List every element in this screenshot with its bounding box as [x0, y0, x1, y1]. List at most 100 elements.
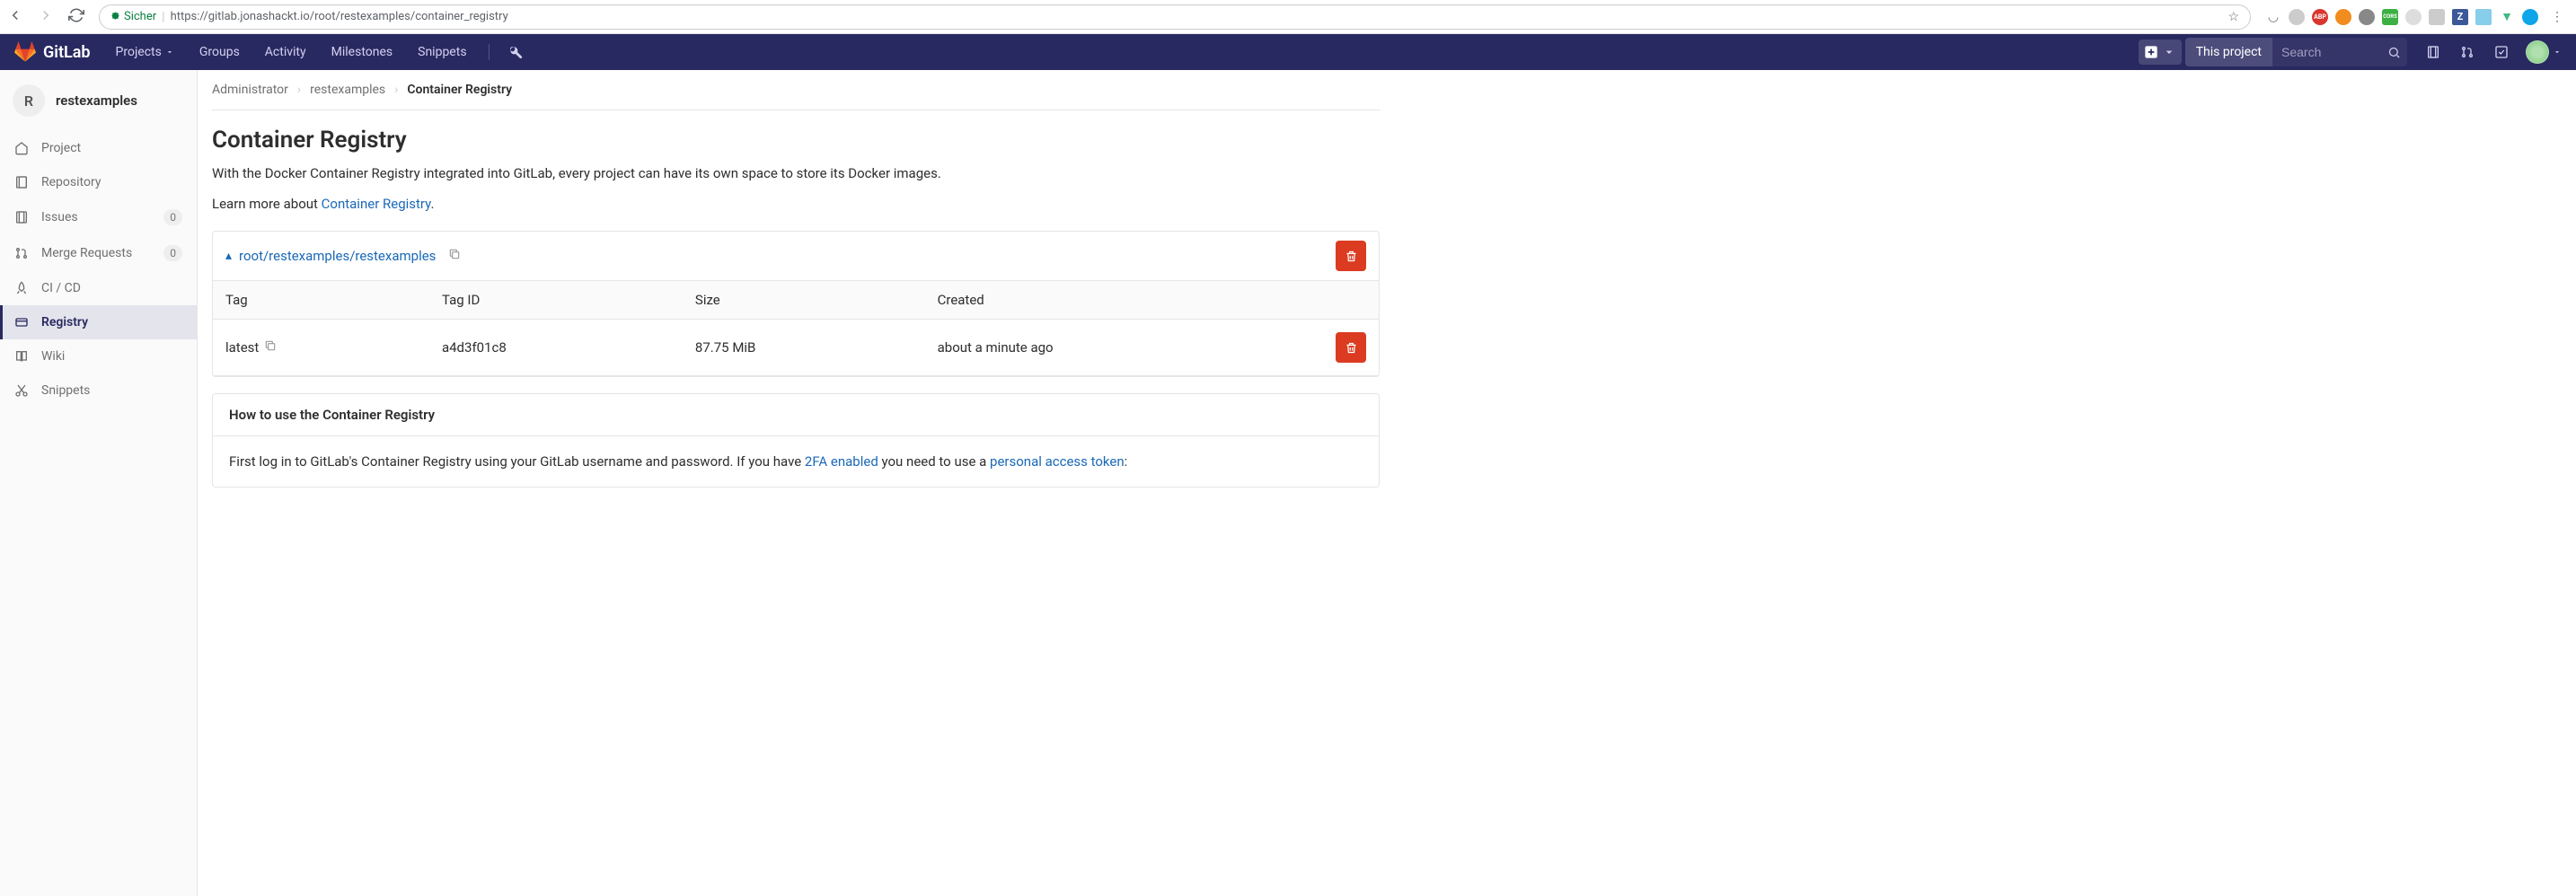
sidebar-item-registry[interactable]: Registry — [0, 305, 197, 339]
mr-count: 0 — [163, 245, 182, 261]
ext-icon-4[interactable] — [2405, 9, 2422, 25]
sidebar-item-label: Issues — [41, 210, 78, 224]
breadcrumb: Administrator › restexamples › Container… — [212, 70, 1380, 110]
ext-icon-7[interactable] — [2522, 9, 2538, 25]
rocket-icon — [14, 281, 29, 295]
sidebar-item-repository[interactable]: Repository — [0, 165, 197, 199]
browser-chrome: Sicher | https://gitlab.jonashackt.io/ro… — [0, 0, 2576, 34]
cors-icon[interactable]: CORS — [2382, 9, 2398, 25]
pocket-icon[interactable]: ◡ — [2265, 9, 2281, 25]
tag-size: 87.75 MiB — [683, 320, 925, 376]
chrome-menu-icon[interactable]: ⋮ — [2545, 10, 2569, 24]
learn-more: Learn more about Container Registry. — [212, 193, 1380, 215]
chevron-up-icon[interactable]: ▴ — [225, 249, 232, 263]
sidebar-item-merge-requests[interactable]: Merge Requests 0 — [0, 235, 197, 271]
search-scope[interactable]: This project — [2185, 38, 2272, 66]
registry-table: Tag Tag ID Size Created latest a4d3f01c8… — [213, 280, 1379, 376]
repo-icon — [14, 175, 29, 189]
tag-id: a4d3f01c8 — [429, 320, 683, 376]
url-text: https://gitlab.jonashackt.io/root/restex… — [171, 10, 508, 23]
nav-activity[interactable]: Activity — [254, 34, 317, 70]
table-row: latest a4d3f01c8 87.75 MiB about a minut… — [213, 320, 1379, 376]
copy-icon[interactable] — [448, 248, 461, 264]
sidebar-item-label: Snippets — [41, 383, 90, 398]
user-avatar — [2526, 40, 2549, 64]
gitlab-logo[interactable]: GitLab — [14, 41, 91, 63]
col-tag: Tag — [213, 281, 429, 320]
issues-count: 0 — [163, 209, 182, 225]
registry-path: ▴ root/restexamples/restexamples — [225, 248, 461, 264]
issues-icon[interactable] — [2418, 40, 2448, 65]
admin-wrench-icon[interactable] — [500, 40, 531, 65]
registry-block: ▴ root/restexamples/restexamples Tag Tag… — [212, 231, 1380, 377]
reload-icon[interactable] — [68, 7, 84, 27]
todos-icon[interactable] — [2486, 40, 2517, 65]
ext-icon-5[interactable] — [2429, 9, 2445, 25]
breadcrumb-current: Container Registry — [407, 83, 512, 97]
sidebar-item-cicd[interactable]: CI / CD — [0, 271, 197, 305]
user-menu[interactable] — [2526, 40, 2562, 64]
search-input[interactable] — [2272, 45, 2380, 59]
howto-title: How to use the Container Registry — [213, 394, 1379, 436]
search-wrapper: This project — [2185, 38, 2407, 66]
howto-block: How to use the Container Registry First … — [212, 393, 1380, 488]
issues-icon — [14, 210, 29, 224]
sidebar-item-label: Registry — [41, 315, 88, 329]
browser-nav-buttons — [7, 7, 84, 27]
sidebar-item-snippets[interactable]: Snippets — [0, 373, 197, 408]
delete-registry-button[interactable] — [1336, 241, 1366, 271]
url-bar[interactable]: Sicher | https://gitlab.jonashackt.io/ro… — [99, 4, 2251, 30]
tag-name: latest — [225, 339, 259, 356]
delete-tag-button[interactable] — [1336, 332, 1366, 363]
sidebar-item-label: Repository — [41, 175, 101, 189]
container-registry-link[interactable]: Container Registry — [322, 196, 431, 212]
registry-icon — [14, 315, 29, 329]
page-description: With the Docker Container Registry integ… — [212, 163, 1380, 184]
snippets-icon — [14, 383, 29, 398]
sidebar-item-label: Merge Requests — [41, 246, 132, 260]
vue-icon[interactable]: ▼ — [2499, 9, 2515, 25]
sidebar-item-label: CI / CD — [41, 281, 81, 295]
forward-icon[interactable] — [38, 7, 54, 27]
star-icon[interactable]: ☆ — [2228, 10, 2239, 24]
back-icon[interactable] — [7, 7, 23, 27]
page-title: Container Registry — [212, 127, 1380, 154]
nav-snippets[interactable]: Snippets — [407, 34, 477, 70]
sidebar-item-project[interactable]: Project — [0, 131, 197, 165]
2fa-link[interactable]: 2FA enabled — [805, 453, 878, 470]
secure-indicator: Sicher — [110, 10, 156, 23]
nav-projects[interactable]: Projects — [105, 34, 185, 70]
search-icon[interactable] — [2380, 38, 2407, 66]
nav-milestones[interactable]: Milestones — [321, 34, 404, 70]
col-tagid: Tag ID — [429, 281, 683, 320]
ext-icon-6[interactable] — [2475, 9, 2492, 25]
howto-body: First log in to GitLab's Container Regis… — [213, 436, 1379, 487]
breadcrumb-item[interactable]: restexamples — [310, 83, 385, 97]
project-name: restexamples — [56, 92, 137, 109]
merge-requests-icon[interactable] — [2452, 40, 2483, 65]
sidebar-item-wiki[interactable]: Wiki — [0, 339, 197, 373]
ext-icon-2[interactable] — [2335, 9, 2351, 25]
registry-path-link[interactable]: root/restexamples/restexamples — [239, 248, 436, 264]
plus-icon[interactable] — [2139, 40, 2182, 65]
sidebar-item-issues[interactable]: Issues 0 — [0, 199, 197, 235]
merge-icon — [14, 246, 29, 260]
navbar: GitLab Projects Groups Activity Mileston… — [0, 34, 2576, 70]
copy-icon[interactable] — [264, 339, 277, 356]
ext-icon-z[interactable]: Z — [2452, 9, 2468, 25]
col-created: Created — [925, 281, 1323, 320]
abp-icon[interactable]: ABP — [2312, 9, 2328, 25]
ext-icon[interactable] — [2289, 9, 2305, 25]
project-header[interactable]: R restexamples — [0, 70, 197, 131]
nav-groups[interactable]: Groups — [189, 34, 251, 70]
home-icon — [14, 141, 29, 155]
chevron-right-icon: › — [297, 83, 301, 97]
sidebar-item-label: Wiki — [41, 349, 65, 364]
col-size: Size — [683, 281, 925, 320]
pat-link[interactable]: personal access token — [990, 453, 1125, 470]
sidebar-item-label: Project — [41, 141, 81, 155]
chevron-right-icon: › — [394, 83, 398, 97]
main-content: Administrator › restexamples › Container… — [198, 70, 2576, 896]
breadcrumb-item[interactable]: Administrator — [212, 83, 288, 97]
ext-icon-3[interactable] — [2359, 9, 2375, 25]
